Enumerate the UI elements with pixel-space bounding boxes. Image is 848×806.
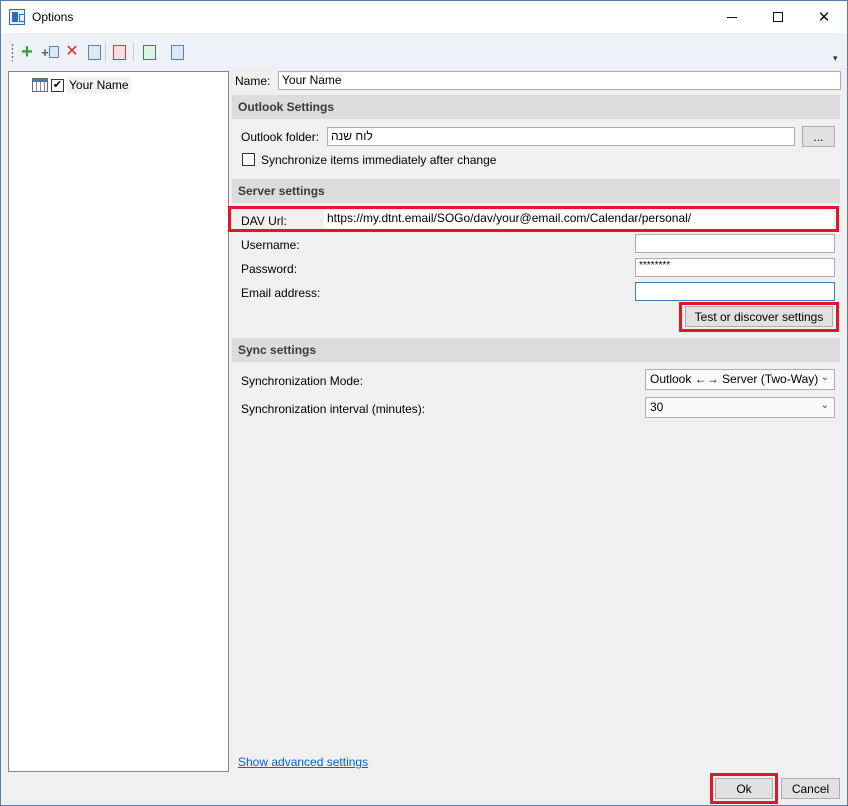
close-button[interactable]: ✕ bbox=[801, 1, 847, 33]
sync-mode-select[interactable]: Outlook ←→ Server (Two-Way) ⌄ bbox=[645, 369, 835, 390]
ok-button-highlight bbox=[710, 773, 778, 804]
server-settings-header: Server settings bbox=[232, 179, 840, 203]
chevron-down-icon: ⌄ bbox=[820, 400, 829, 411]
username-input[interactable] bbox=[635, 234, 835, 253]
sync-mode-label: Synchronization Mode: bbox=[241, 374, 364, 388]
maximize-icon bbox=[773, 12, 783, 22]
chevron-down-icon: ⌄ bbox=[820, 372, 829, 383]
browse-folder-button[interactable]: ... bbox=[802, 126, 835, 147]
outlook-settings-header: Outlook Settings bbox=[232, 95, 840, 119]
sync-interval-value: 30 bbox=[650, 400, 664, 414]
add-multiple-profiles-icon[interactable]: + bbox=[41, 42, 59, 62]
close-icon: ✕ bbox=[817, 9, 831, 26]
clear-cache-icon[interactable] bbox=[110, 42, 128, 62]
window-title: Options bbox=[32, 10, 74, 24]
outlook-folder-input[interactable]: לוח שנה bbox=[327, 127, 795, 146]
username-label: Username: bbox=[241, 238, 300, 252]
email-label: Email address: bbox=[241, 286, 321, 300]
sync-immediately-checkbox[interactable] bbox=[242, 153, 255, 166]
app-icon bbox=[9, 9, 25, 25]
copy-profile-icon[interactable] bbox=[85, 42, 103, 62]
password-input[interactable]: ******** bbox=[635, 258, 835, 277]
sync-interval-select[interactable]: 30 ⌄ bbox=[645, 397, 835, 418]
copy-doc-shape bbox=[87, 44, 101, 60]
delete-profile-icon[interactable]: ✕ bbox=[63, 42, 81, 62]
cancel-button[interactable]: Cancel bbox=[781, 778, 840, 799]
toolbar-grip[interactable] bbox=[11, 43, 14, 61]
toolbar-separator bbox=[105, 43, 106, 61]
toolbar-separator bbox=[133, 43, 134, 61]
settings-panel: Name: Your Name Outlook Settings Outlook… bbox=[228, 67, 843, 777]
outlook-folder-label: Outlook folder: bbox=[241, 130, 320, 144]
checkmark-icon: ✔ bbox=[52, 78, 63, 91]
name-input[interactable]: Your Name bbox=[278, 71, 841, 90]
sync-interval-label: Synchronization interval (minutes): bbox=[241, 402, 426, 416]
dav-url-highlight bbox=[228, 206, 839, 232]
test-button-highlight bbox=[679, 302, 839, 332]
maximize-button[interactable] bbox=[755, 1, 801, 33]
tree-item[interactable]: ✔ Your Name bbox=[32, 76, 131, 94]
add-multiple-doc bbox=[48, 46, 59, 58]
sync-settings-header: Sync settings bbox=[232, 338, 840, 362]
export-options-icon[interactable] bbox=[140, 42, 158, 62]
minimize-icon bbox=[727, 16, 737, 18]
profile-checkbox[interactable]: ✔ bbox=[51, 78, 64, 92]
tree-item-label: Your Name bbox=[67, 77, 131, 93]
profile-tree[interactable]: ✔ Your Name bbox=[8, 71, 229, 772]
export-doc-shape bbox=[142, 44, 156, 60]
import-doc-shape bbox=[170, 44, 184, 60]
add-multiple-plus: + bbox=[41, 44, 49, 60]
password-label: Password: bbox=[241, 262, 298, 276]
title-bar: Options ✕ bbox=[1, 1, 847, 33]
add-profile-icon[interactable]: + bbox=[18, 42, 36, 62]
clear-doc-shape bbox=[112, 44, 126, 60]
minimize-button[interactable] bbox=[709, 1, 755, 33]
import-options-icon[interactable] bbox=[168, 42, 186, 62]
toolbar-overflow-icon[interactable]: ▾ bbox=[833, 53, 838, 64]
calendar-icon bbox=[32, 78, 48, 92]
sync-mode-value: Outlook ←→ Server (Two-Way) bbox=[650, 372, 819, 386]
name-label: Name: bbox=[235, 74, 271, 88]
options-window: Options ✕ + + ✕ ▾ ✔ Your Name Name: Your… bbox=[0, 0, 848, 806]
show-advanced-settings-link[interactable]: Show advanced settings bbox=[238, 755, 368, 769]
sync-immediately-label: Synchronize items immediately after chan… bbox=[261, 153, 497, 167]
email-input[interactable] bbox=[635, 282, 835, 301]
